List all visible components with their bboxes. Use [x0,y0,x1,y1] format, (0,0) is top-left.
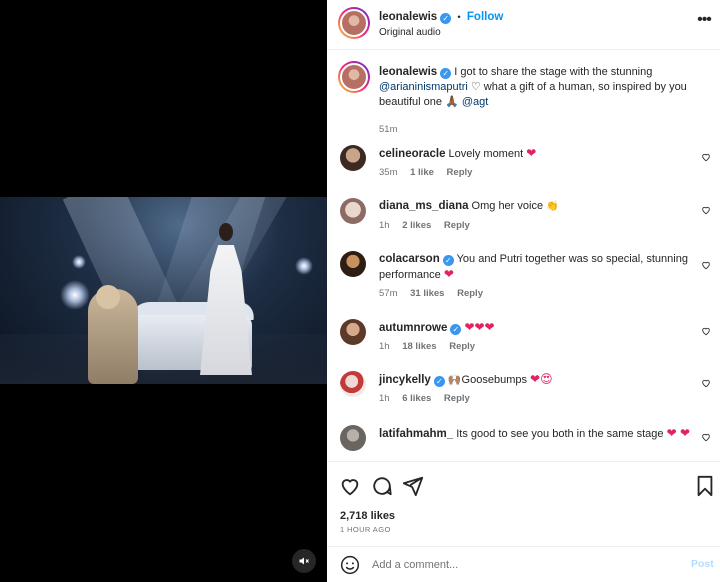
comment-emoji: 👏 [546,201,559,212]
comment-time[interactable]: 57m [379,288,397,299]
media-pane [0,0,327,582]
avatar[interactable] [340,319,366,345]
avatar[interactable] [340,425,366,451]
post-panel: leonalewis ✓ • Follow Original audio ••• … [327,0,720,582]
reply-button[interactable]: Reply [444,393,470,404]
comment-time[interactable]: 1h [379,220,390,231]
post-actions: 2,718 likes 1 HOUR AGO [327,461,720,546]
separator-dot: • [457,12,461,23]
heart-icon[interactable] [701,205,711,215]
comment-input[interactable] [372,555,672,575]
stage-spotlight [295,257,313,275]
comment-username[interactable]: jincykelly [379,374,431,386]
comment-body: celineoracle Lovely moment ❤ [379,146,694,162]
more-options-icon[interactable]: ••• [694,12,714,32]
caption-timestamp[interactable]: 51m [379,124,397,135]
pianist-head [96,285,120,309]
heart-icon[interactable] [339,475,361,497]
singer-head [219,223,233,241]
reply-button[interactable]: Reply [444,220,470,231]
comment-likes[interactable]: 18 likes [402,341,436,352]
post-header: leonalewis ✓ • Follow Original audio ••• [327,0,720,50]
caption-text: leonalewis ✓ I got to share the stage wit… [379,65,709,110]
comment-body: latifahmahm_ Its good to see you both in… [379,426,694,442]
comment-username[interactable]: colacarson [379,253,440,265]
comment-username[interactable]: celineoracle [379,148,445,160]
avatar[interactable] [338,7,370,39]
verified-badge-icon: ✓ [440,13,452,24]
comment-text: Lovely moment [448,148,524,160]
comment-username[interactable]: autumnrowe [379,322,447,334]
mention-link[interactable]: @arianinismaputri [379,81,468,93]
heart-icon[interactable] [701,152,711,162]
comment-emoji: ❤😍 [530,372,553,386]
avatar[interactable] [338,61,370,93]
verified-badge-icon: ✓ [440,68,452,79]
comment-username[interactable]: diana_ms_diana [379,200,468,212]
comment-time[interactable]: 1h [379,393,390,404]
reply-button[interactable]: Reply [447,167,473,178]
comment-meta: 35m 1 like Reply [379,167,482,178]
comment-likes[interactable]: 6 likes [402,393,431,404]
comment-emoji: ❤❤❤ [464,320,495,334]
avatar[interactable] [340,198,366,224]
heart-icon[interactable] [701,432,711,442]
comment-text: Its good to see you both in the same sta… [456,428,664,440]
add-comment-bar: Post [327,546,720,582]
comment-likes[interactable]: 2 likes [402,220,431,231]
comment-body: autumnrowe ✓ ❤❤❤ [379,320,694,336]
comment-icon[interactable] [371,475,393,497]
audio-label[interactable]: Original audio [379,27,441,38]
video-player[interactable] [0,197,327,384]
smiley-icon[interactable] [340,555,360,575]
comment-meta: 1h 18 likes Reply [379,341,485,352]
comment-emoji: ❤ ❤ [666,426,691,440]
comment-meta: 57m 31 likes Reply [379,288,493,299]
bookmark-icon[interactable] [694,475,716,497]
comment-text: Omg her voice [471,200,544,212]
avatar[interactable] [340,145,366,171]
comment-time[interactable]: 1h [379,341,390,352]
heart-icon[interactable] [701,378,711,388]
comment-body: diana_ms_diana Omg her voice 👏 [379,199,694,214]
comment-likes[interactable]: 31 likes [410,288,444,299]
mute-button[interactable] [292,549,316,573]
verified-badge-icon: ✓ [442,255,454,266]
share-icon[interactable] [402,475,424,497]
mention-link[interactable]: @agt [462,96,488,108]
likes-count[interactable]: 2,718 likes [340,510,395,522]
avatar[interactable] [340,251,366,277]
comment-meta: 1h 6 likes Reply [379,393,480,404]
comment-emoji: ❤ [443,267,454,281]
heart-icon[interactable] [701,260,711,270]
heart-icon[interactable] [701,326,711,336]
stage-spotlight [60,280,90,310]
comment-meta: 1h 2 likes Reply [379,220,480,231]
header-user-line: leonalewis ✓ • Follow [379,11,503,24]
header-username[interactable]: leonalewis [379,11,437,23]
comment-time[interactable]: 35m [379,167,397,178]
comments-scroll[interactable]: leonalewis ✓ I got to share the stage wit… [327,51,720,461]
comment-text: 🙌🏽Goosebumps [447,374,527,386]
post-button[interactable]: Post [691,558,714,570]
caption-text-part1: I got to share the stage with the stunni… [454,66,653,78]
caption-username[interactable]: leonalewis [379,66,437,78]
verified-badge-icon: ✓ [450,324,462,335]
follow-button[interactable]: Follow [467,11,503,23]
reply-button[interactable]: Reply [457,288,483,299]
stage-spotlight [72,255,86,269]
comment-body: jincykelly ✓ 🙌🏽Goosebumps ❤😍 [379,372,694,388]
muted-speaker-icon [299,557,309,565]
comment-username[interactable]: latifahmahm_ [379,428,453,440]
comment-emoji: ❤ [526,146,537,160]
verified-badge-icon: ✓ [433,376,445,387]
comment-body: colacarson ✓ You and Putri together was s… [379,252,694,283]
reply-button[interactable]: Reply [449,341,475,352]
avatar[interactable] [340,371,366,397]
comment-likes[interactable]: 1 like [410,167,434,178]
post-timestamp[interactable]: 1 HOUR AGO [340,525,391,534]
